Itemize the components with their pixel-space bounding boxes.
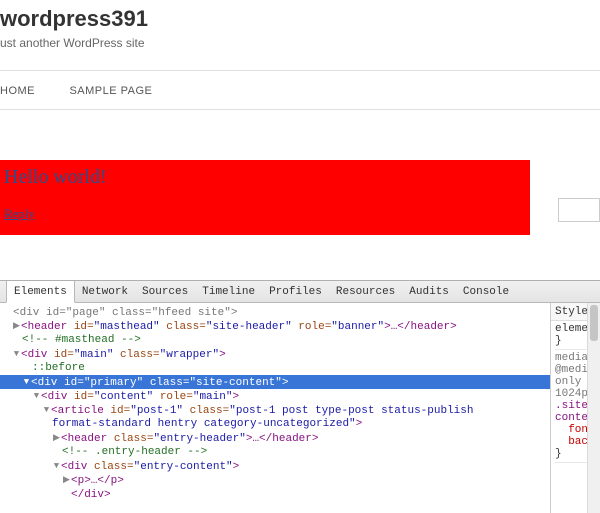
tab-elements[interactable]: Elements xyxy=(6,281,75,303)
post-block: Hello world! Reply xyxy=(0,160,530,235)
dom-tree[interactable]: ▶<div id="page" class="hfeed site"> ▶<he… xyxy=(0,303,550,513)
search-input[interactable] xyxy=(558,198,600,222)
dom-node[interactable]: ▶</div> xyxy=(0,487,550,501)
devtools-tabs: Elements Network Sources Timeline Profil… xyxy=(0,281,600,303)
site-tagline: ust another WordPress site xyxy=(0,36,600,70)
tab-network[interactable]: Network xyxy=(75,281,135,303)
tab-resources[interactable]: Resources xyxy=(329,281,402,303)
tab-audits[interactable]: Audits xyxy=(402,281,456,303)
styles-scrollbar[interactable] xyxy=(587,303,600,513)
dom-node[interactable]: ▶<header class="entry-header">…</header> xyxy=(0,431,550,445)
tab-timeline[interactable]: Timeline xyxy=(195,281,262,303)
tab-profiles[interactable]: Profiles xyxy=(262,281,329,303)
dom-comment[interactable]: <!-- .entry-header --> xyxy=(0,445,550,459)
dom-node[interactable]: ▼<div class="entry-content"> xyxy=(0,459,550,473)
dom-node[interactable]: ▶<div id="page" class="hfeed site"> xyxy=(0,305,550,319)
dom-node[interactable]: ▶<p>…</p> xyxy=(0,473,550,487)
dom-node[interactable]: ▼<div id="content" role="main"> xyxy=(0,389,550,403)
primary-nav: HOME SAMPLE PAGE xyxy=(0,70,600,110)
wordpress-page: wordpress391 ust another WordPress site … xyxy=(0,0,600,235)
styles-panel[interactable]: Styles element } media=" @media only sc … xyxy=(550,303,600,513)
dom-node-selected[interactable]: ▼<div id="primary" class="site-content"> xyxy=(0,375,550,389)
reply-link[interactable]: Reply xyxy=(4,206,35,221)
dom-pseudo[interactable]: ::before xyxy=(0,361,550,375)
nav-home[interactable]: HOME xyxy=(0,85,35,97)
dom-node[interactable]: ▶<header id="masthead" class="site-heade… xyxy=(0,319,550,333)
post-title[interactable]: Hello world! xyxy=(4,166,526,189)
dom-comment[interactable]: <!-- #masthead --> xyxy=(0,333,550,347)
devtools-panel: Elements Network Sources Timeline Profil… xyxy=(0,280,600,513)
dom-node-cont[interactable]: format-standard hentry category-uncatego… xyxy=(0,417,550,431)
site-title[interactable]: wordpress391 xyxy=(0,0,600,36)
tab-console[interactable]: Console xyxy=(456,281,516,303)
nav-sample-page[interactable]: SAMPLE PAGE xyxy=(69,85,152,97)
dom-node[interactable]: ▼<div id="main" class="wrapper"> xyxy=(0,347,550,361)
tab-sources[interactable]: Sources xyxy=(135,281,195,303)
dom-node[interactable]: ▼<article id="post-1" class="post-1 post… xyxy=(0,403,550,417)
